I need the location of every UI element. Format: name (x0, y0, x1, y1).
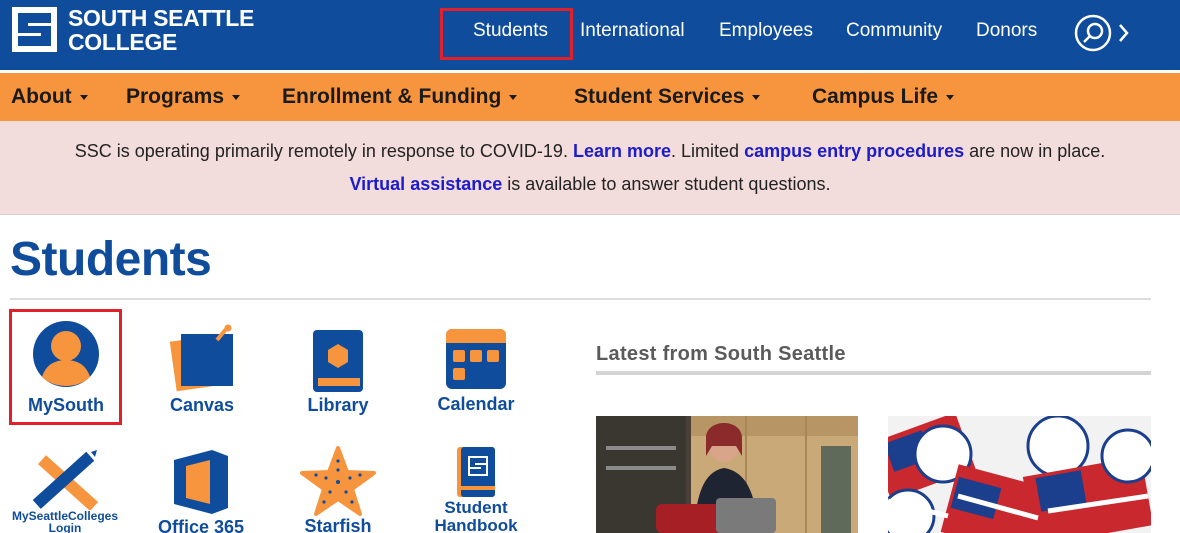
welding-student-photo (596, 416, 858, 533)
library-label: Library (307, 395, 369, 415)
library-tile[interactable]: Library (286, 328, 390, 416)
title-divider (10, 298, 1151, 300)
caret-down-icon (509, 94, 518, 100)
mysouth-highlight-box (9, 309, 122, 425)
mainnav-enrollment-label: Enrollment & Funding (282, 85, 502, 108)
calendar-tile[interactable]: Calendar (424, 328, 528, 415)
logo-s-icon (12, 7, 57, 52)
college-name-line1: SOUTH SEATTLE (68, 5, 255, 31)
alert-text-4: is available to answer student questions… (507, 174, 831, 194)
caret-down-icon (946, 94, 955, 100)
topnav-international[interactable]: International (580, 20, 685, 42)
caret-down-icon (232, 94, 241, 100)
alert-text-2: . Limited (671, 141, 740, 161)
book-icon (313, 330, 363, 392)
myseattlecolleges-label-line2: Login (48, 521, 82, 533)
students-highlight-box (440, 8, 573, 60)
news-card-welding[interactable] (596, 416, 858, 533)
handbook-label-line1: Student (444, 498, 508, 517)
mainnav-student-services[interactable]: Student Services (574, 85, 761, 109)
office365-label: Office 365 (157, 517, 245, 533)
virtual-assistance-link[interactable]: Virtual assistance (350, 174, 503, 194)
college-logo[interactable] (12, 7, 57, 52)
learn-more-link[interactable]: Learn more (573, 141, 671, 161)
pencil-ruler-icon (32, 450, 99, 510)
page-title: Students (10, 233, 212, 286)
news-card-voted[interactable] (888, 416, 1151, 533)
campus-entry-link[interactable]: campus entry procedures (744, 141, 964, 161)
starfish-icon (300, 446, 376, 516)
covid-alert: SSC is operating primarily remotely in r… (0, 121, 1180, 215)
alert-text-3: are now in place. (969, 141, 1106, 161)
calendar-icon (446, 329, 506, 389)
college-name-line2: COLLEGE (68, 29, 178, 55)
office-icon (174, 450, 228, 514)
search-button[interactable] (1073, 13, 1133, 53)
calendar-label: Calendar (437, 394, 515, 414)
caret-down-icon (79, 94, 88, 100)
canvas-label: Canvas (169, 395, 235, 415)
mainnav-enrollment[interactable]: Enrollment & Funding (282, 85, 518, 109)
starfish-tile[interactable]: Starfish (286, 446, 390, 533)
topnav-community[interactable]: Community (846, 20, 942, 42)
mainnav-about-label: About (11, 85, 72, 108)
mainnav-student-services-label: Student Services (574, 85, 745, 108)
alert-text-1: SSC is operating primarily remotely in r… (74, 141, 568, 161)
college-name[interactable]: SOUTH SEATTLE COLLEGE (68, 6, 254, 54)
top-header: SOUTH SEATTLE COLLEGE Students Internati… (0, 0, 1180, 70)
canvas-tile[interactable]: Canvas (150, 324, 254, 416)
topnav-donors[interactable]: Donors (976, 20, 1037, 42)
office365-tile[interactable]: Office 365 (148, 450, 254, 533)
mainnav-programs-label: Programs (126, 85, 225, 108)
caret-down-icon (752, 94, 761, 100)
mainnav-programs[interactable]: Programs (126, 85, 241, 109)
topnav-employees[interactable]: Employees (719, 20, 813, 42)
main-nav: About Programs Enrollment & Funding Stud… (0, 70, 1180, 121)
mainnav-campus-life[interactable]: Campus Life (812, 85, 955, 109)
voted-stickers-photo (888, 416, 1151, 533)
alert-line-2: Virtual assistance is available to answe… (0, 174, 1180, 195)
mainnav-campus-life-label: Campus Life (812, 85, 939, 108)
myseattlecolleges-tile[interactable]: MySeattleColleges Login (4, 448, 126, 533)
mainnav-about[interactable]: About (11, 85, 88, 109)
starfish-label: Starfish (304, 516, 372, 533)
handbook-label-line2: Handbook (434, 516, 518, 533)
search-icon (1074, 14, 1129, 52)
canvas-icon (169, 324, 233, 392)
alert-line-1: SSC is operating primarily remotely in r… (0, 141, 1180, 162)
student-handbook-tile[interactable]: Student Handbook (424, 446, 528, 533)
handbook-icon (457, 447, 495, 497)
latest-news-heading: Latest from South Seattle (596, 343, 846, 365)
latest-news-divider (596, 371, 1151, 375)
